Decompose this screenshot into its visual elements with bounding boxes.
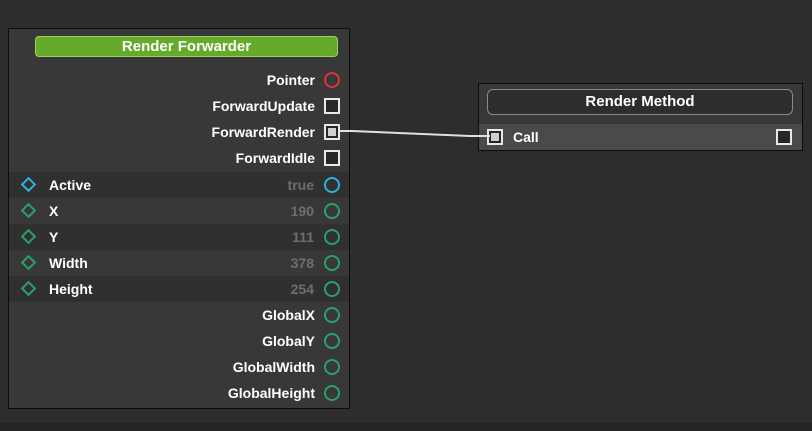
property-label-active: Active bbox=[49, 177, 92, 193]
render-forwarder-title[interactable]: Render Forwarder bbox=[35, 36, 338, 57]
forward-render-port[interactable] bbox=[324, 124, 340, 140]
property-row-width: Width 378 bbox=[9, 250, 349, 276]
active-input-diamond-icon[interactable] bbox=[20, 176, 37, 193]
output-label-pointer: Pointer bbox=[266, 72, 315, 88]
property-label-width: Width bbox=[49, 255, 88, 271]
global-label-height: GlobalHeight bbox=[227, 385, 315, 401]
global-row-y: GlobalY bbox=[9, 328, 349, 354]
active-output-port[interactable] bbox=[324, 177, 340, 193]
property-value-y[interactable]: 111 bbox=[292, 224, 314, 250]
render-method-node[interactable]: Render Method Call bbox=[478, 83, 803, 151]
property-label-x: X bbox=[49, 203, 59, 219]
property-row-height: Height 254 bbox=[9, 276, 349, 302]
property-value-active[interactable]: true bbox=[288, 172, 314, 198]
call-output-port[interactable] bbox=[776, 129, 792, 145]
property-value-height[interactable]: 254 bbox=[291, 276, 314, 302]
property-label-y: Y bbox=[49, 229, 59, 245]
y-output-port[interactable] bbox=[324, 229, 340, 245]
height-output-port[interactable] bbox=[324, 281, 340, 297]
output-row-forward-render: ForwardRender bbox=[9, 119, 349, 145]
property-label-height: Height bbox=[49, 281, 93, 297]
output-row-forward-update: ForwardUpdate bbox=[9, 93, 349, 119]
global-x-port[interactable] bbox=[324, 307, 340, 323]
call-label: Call bbox=[513, 129, 539, 145]
render-forwarder-node[interactable]: Render Forwarder Pointer ForwardUpdate F… bbox=[8, 28, 350, 409]
property-value-width[interactable]: 378 bbox=[291, 250, 314, 276]
width-input-diamond-icon[interactable] bbox=[20, 254, 37, 271]
global-y-port[interactable] bbox=[324, 333, 340, 349]
width-output-port[interactable] bbox=[324, 255, 340, 271]
output-row-pointer: Pointer bbox=[9, 67, 349, 93]
output-label-forward-idle: ForwardIdle bbox=[235, 150, 315, 166]
render-method-title[interactable]: Render Method bbox=[487, 89, 793, 115]
global-label-x: GlobalX bbox=[262, 307, 315, 323]
output-row-forward-idle: ForwardIdle bbox=[9, 145, 349, 171]
property-row-y: Y 111 bbox=[9, 224, 349, 250]
call-input-port[interactable] bbox=[487, 129, 503, 145]
global-row-width: GlobalWidth bbox=[9, 354, 349, 380]
canvas-bottom-edge bbox=[0, 423, 812, 431]
output-label-forward-render: ForwardRender bbox=[211, 124, 315, 140]
global-row-x: GlobalX bbox=[9, 302, 349, 328]
x-input-diamond-icon[interactable] bbox=[20, 202, 37, 219]
x-output-port[interactable] bbox=[324, 203, 340, 219]
global-row-height: GlobalHeight bbox=[9, 380, 349, 406]
forward-idle-port[interactable] bbox=[324, 150, 340, 166]
output-label-forward-update: ForwardUpdate bbox=[212, 98, 315, 114]
pointer-port[interactable] bbox=[324, 72, 340, 88]
property-row-x: X 190 bbox=[9, 198, 349, 224]
property-row-active: Active true bbox=[9, 172, 349, 198]
forward-update-port[interactable] bbox=[324, 98, 340, 114]
global-label-y: GlobalY bbox=[262, 333, 315, 349]
global-height-port[interactable] bbox=[324, 385, 340, 401]
height-input-diamond-icon[interactable] bbox=[20, 280, 37, 297]
global-label-width: GlobalWidth bbox=[232, 359, 315, 375]
call-row: Call bbox=[479, 124, 802, 150]
y-input-diamond-icon[interactable] bbox=[20, 228, 37, 245]
global-width-port[interactable] bbox=[324, 359, 340, 375]
property-value-x[interactable]: 190 bbox=[291, 198, 314, 224]
